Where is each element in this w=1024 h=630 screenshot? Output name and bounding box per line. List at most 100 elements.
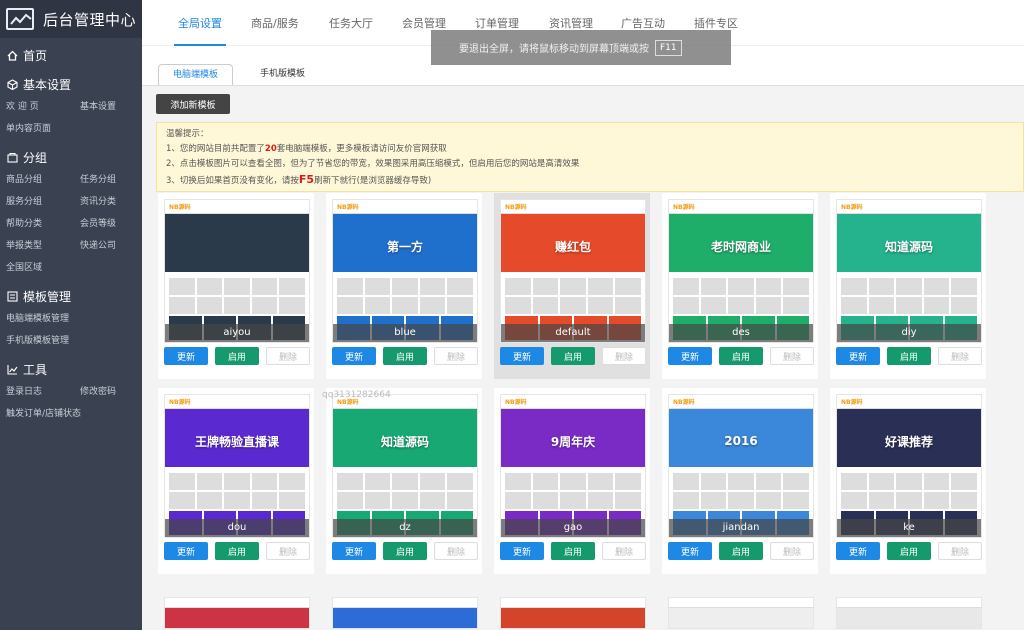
enable-button[interactable]: 启用	[719, 347, 763, 365]
tab-plugin-zone[interactable]: 插件专区	[694, 15, 738, 31]
sidebar: 后台管理中心 首页 基本设置 欢 迎 页 基本设置 单内容页面 分组 商品分组 …	[0, 0, 142, 630]
template-card: NB源码 老时网商业 des 更新 启用 删除	[662, 193, 818, 379]
template-thumbnail[interactable]: NB源码 9周年庆 gao	[500, 394, 646, 538]
template-thumbnail[interactable]: NB源码 老时网商业 des	[668, 199, 814, 343]
template-thumbnail[interactable]: NB源码 第一方 blue	[332, 199, 478, 343]
template-name: des	[669, 324, 813, 342]
tab-goods-services[interactable]: 商品/服务	[251, 15, 299, 31]
template-name: default	[501, 324, 645, 342]
nav-section-basic[interactable]: 基本设置	[0, 72, 142, 96]
nav-item-basic-settings[interactable]: 基本设置	[80, 96, 144, 118]
update-button[interactable]: 更新	[668, 542, 712, 560]
nav-home[interactable]: 首页	[0, 43, 142, 67]
nav-section-groups[interactable]: 分组	[0, 145, 142, 169]
tab-ad-interaction[interactable]: 广告互动	[621, 15, 665, 31]
template-banner: 2016	[669, 415, 813, 467]
template-thumbnail[interactable]: NB源码 知道源码 diy	[836, 199, 982, 343]
enable-button[interactable]: 启用	[215, 542, 259, 560]
notice-line-3: 3、切换后如果首页没有变化，请按F5刷新下就行(是浏览器缓存导致)	[166, 173, 432, 186]
toast-key: F11	[655, 39, 682, 56]
tab-order-management[interactable]: 订单管理	[475, 15, 519, 31]
update-button[interactable]: 更新	[668, 347, 712, 365]
template-logo: NB源码	[841, 399, 863, 406]
nav-item-login-log[interactable]: 登录日志	[6, 381, 80, 403]
update-button[interactable]: 更新	[836, 542, 880, 560]
nav-item-pc-templates[interactable]: 电脑端模板管理	[0, 308, 142, 330]
add-template-button[interactable]: 添加新模板	[156, 94, 230, 114]
dashboard-icon	[6, 8, 34, 30]
template-card: NB源码 2016 jiandan 更新 启用 删除	[662, 388, 818, 574]
template-name: blue	[333, 324, 477, 342]
template-thumbnail-partial[interactable]	[668, 597, 814, 629]
template-name: gao	[501, 519, 645, 537]
enable-button[interactable]: 启用	[383, 347, 427, 365]
template-thumbnail-partial[interactable]	[164, 597, 310, 629]
enable-button[interactable]: 启用	[551, 542, 595, 560]
template-count: 20	[264, 144, 277, 154]
template-logo: NB源码	[337, 204, 359, 211]
nav-item-trigger-status[interactable]: 触发订单/店铺状态	[0, 403, 142, 425]
fullscreen-toast: 要退出全屏，请将鼠标移动到屏幕顶端或按 F11	[431, 30, 731, 65]
enable-button[interactable]: 启用	[887, 542, 931, 560]
watermark: qq3131282664	[322, 390, 391, 400]
update-button[interactable]: 更新	[500, 347, 544, 365]
f5-key: F5	[298, 173, 315, 186]
update-button[interactable]: 更新	[836, 347, 880, 365]
template-thumbnail[interactable]: NB源码 知道源码 dz	[332, 394, 478, 538]
nav-item-courier[interactable]: 快递公司	[80, 235, 144, 257]
nav-section-tools[interactable]: 工具	[0, 357, 142, 381]
nav-item-change-password[interactable]: 修改密码	[80, 381, 144, 403]
update-button[interactable]: 更新	[500, 542, 544, 560]
enable-button[interactable]: 启用	[719, 542, 763, 560]
delete-button[interactable]: 删除	[266, 542, 310, 560]
tab-task-hall[interactable]: 任务大厅	[329, 15, 373, 31]
template-name: jiandan	[669, 519, 813, 537]
update-button[interactable]: 更新	[332, 347, 376, 365]
template-name: aiyou	[165, 324, 309, 342]
tab-pc-templates[interactable]: 电脑端模板	[158, 64, 234, 86]
nav-item-report-type[interactable]: 举报类型	[6, 235, 80, 257]
nav-item-member-level[interactable]: 会员等级	[80, 213, 144, 235]
update-button[interactable]: 更新	[164, 347, 208, 365]
tab-news-management[interactable]: 资讯管理	[549, 15, 593, 31]
nav-item-news-category[interactable]: 资讯分类	[80, 191, 144, 213]
template-thumbnail[interactable]: NB源码 aiyou	[164, 199, 310, 343]
template-thumbnail-partial[interactable]	[332, 597, 478, 629]
update-button[interactable]: 更新	[332, 542, 376, 560]
delete-button[interactable]: 删除	[770, 542, 814, 560]
enable-button[interactable]: 启用	[887, 347, 931, 365]
nav-item-goods-group[interactable]: 商品分组	[6, 169, 80, 191]
delete-button[interactable]: 删除	[434, 347, 478, 365]
nav-item-regions[interactable]: 全国区域	[0, 257, 142, 279]
template-thumbnail[interactable]: NB源码 2016 jiandan	[668, 394, 814, 538]
nav-item-single-page[interactable]: 单内容页面	[0, 118, 142, 140]
template-card: NB源码 知道源码 dz 更新 启用 删除	[326, 388, 482, 574]
nav-section-templates[interactable]: 模板管理	[0, 284, 142, 308]
enable-button[interactable]: 启用	[383, 542, 427, 560]
nav-item-service-group[interactable]: 服务分组	[6, 191, 80, 213]
update-button[interactable]: 更新	[164, 542, 208, 560]
delete-button[interactable]: 删除	[770, 347, 814, 365]
template-thumbnail[interactable]: NB源码 好课推荐 ke	[836, 394, 982, 538]
delete-button[interactable]: 删除	[434, 542, 478, 560]
template-thumbnail-partial[interactable]	[836, 597, 982, 629]
template-thumbnail-partial[interactable]	[500, 597, 646, 629]
enable-button[interactable]: 启用	[215, 347, 259, 365]
nav-item-help-category[interactable]: 帮助分类	[6, 213, 80, 235]
delete-button[interactable]: 删除	[602, 542, 646, 560]
delete-button[interactable]: 删除	[938, 347, 982, 365]
delete-button[interactable]: 删除	[602, 347, 646, 365]
template-banner: 赚红包	[501, 220, 645, 272]
tab-member-management[interactable]: 会员管理	[402, 15, 446, 31]
template-thumbnail[interactable]: NB源码 王牌畅验直播课 dou	[164, 394, 310, 538]
nav-item-task-group[interactable]: 任务分组	[80, 169, 144, 191]
nav-item-mobile-templates[interactable]: 手机版模板管理	[0, 330, 142, 352]
nav-item-welcome[interactable]: 欢 迎 页	[6, 96, 80, 118]
template-thumbnail[interactable]: NB源码 赚红包 default	[500, 199, 646, 343]
template-logo: NB源码	[169, 204, 191, 211]
tab-mobile-templates[interactable]: 手机版模板	[246, 64, 319, 86]
delete-button[interactable]: 删除	[266, 347, 310, 365]
delete-button[interactable]: 删除	[938, 542, 982, 560]
enable-button[interactable]: 启用	[551, 347, 595, 365]
tab-global-settings[interactable]: 全局设置	[174, 15, 226, 46]
